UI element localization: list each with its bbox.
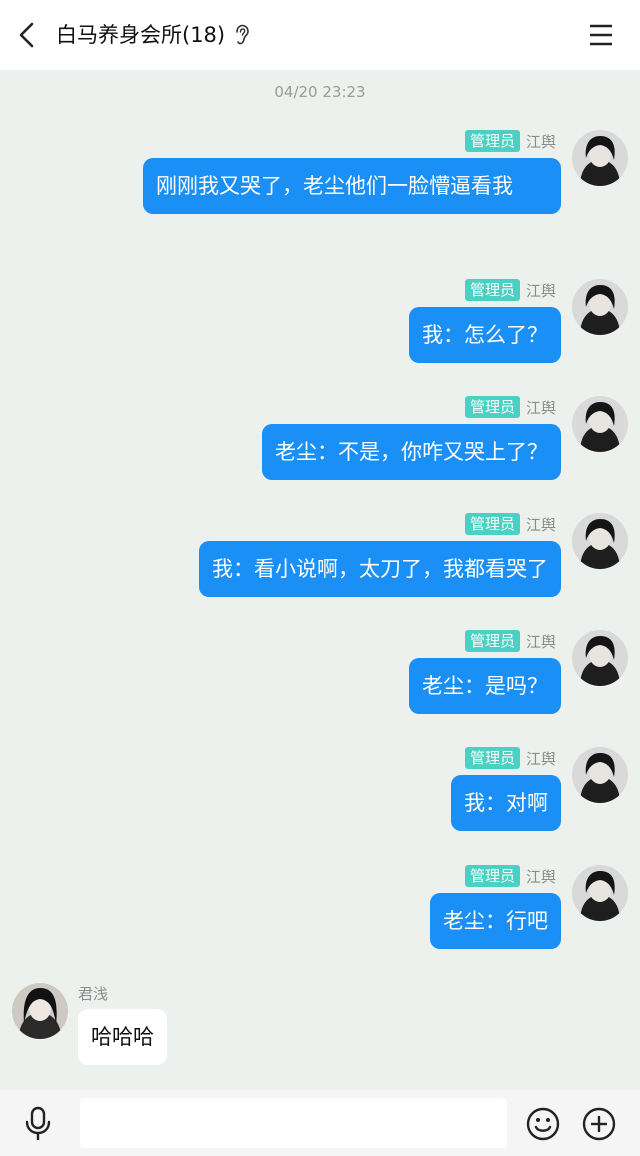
sender-name: 江舆 <box>525 749 556 768</box>
sender-meta: 管理员 江舆 <box>464 513 556 535</box>
message-timestamp: 04/20 23:23 <box>274 83 366 101</box>
plus-circle-icon <box>582 1107 616 1141</box>
sender-meta: 管理员 江舆 <box>464 279 556 301</box>
avatar[interactable] <box>572 865 628 921</box>
message-bubble[interactable]: 我：怎么了？ <box>409 307 561 363</box>
back-button[interactable] <box>14 20 42 50</box>
ear-icon[interactable] <box>233 24 251 46</box>
sender-meta: 管理员 江舆 <box>464 747 556 769</box>
message-bubble[interactable]: 刚刚我又哭了，老尘他们一脸懵逼看我 <box>143 158 561 214</box>
menu-button[interactable] <box>588 22 614 48</box>
sender-name: 江舆 <box>525 132 556 151</box>
admin-badge: 管理员 <box>464 396 520 418</box>
message-bubble[interactable]: 老尘：不是，你咋又哭上了？ <box>262 424 561 480</box>
sender-name: 江舆 <box>525 867 556 886</box>
hamburger-menu-icon <box>590 24 612 46</box>
sender-name: 江舆 <box>525 398 556 417</box>
avatar[interactable] <box>572 396 628 452</box>
admin-badge: 管理员 <box>464 747 520 769</box>
input-bar <box>0 1090 640 1156</box>
admin-badge: 管理员 <box>464 130 520 152</box>
voice-button[interactable] <box>22 1106 54 1142</box>
message-input[interactable] <box>80 1098 507 1148</box>
microphone-icon <box>25 1106 51 1140</box>
admin-badge: 管理员 <box>464 279 520 301</box>
avatar[interactable] <box>572 513 628 569</box>
sender-name: 江舆 <box>525 281 556 300</box>
chat-header: 白马养身会所(18) <box>0 0 640 70</box>
admin-badge: 管理员 <box>464 630 520 652</box>
sender-meta: 管理员 江舆 <box>464 130 556 152</box>
sender-meta: 管理员 江舆 <box>464 396 556 418</box>
message-bubble[interactable]: 老尘：行吧 <box>430 893 561 949</box>
emoji-icon <box>526 1107 560 1141</box>
message-bubble[interactable]: 我：对啊 <box>451 775 561 831</box>
sender-name: 君浅 <box>78 985 109 1003</box>
emoji-button[interactable] <box>526 1107 560 1141</box>
admin-badge: 管理员 <box>464 865 520 887</box>
sender-name: 江舆 <box>525 632 556 651</box>
chat-area[interactable]: 04/20 23:23 管理员 江舆 刚刚我又哭了，老尘他们一脸懵逼看我 管理员… <box>0 70 640 1090</box>
message-bubble[interactable]: 老尘：是吗？ <box>409 658 561 714</box>
avatar[interactable] <box>572 630 628 686</box>
avatar[interactable] <box>572 747 628 803</box>
message-bubble[interactable]: 哈哈哈 <box>78 1009 167 1065</box>
sender-name: 江舆 <box>525 515 556 534</box>
avatar[interactable] <box>572 279 628 335</box>
avatar[interactable] <box>12 983 68 1039</box>
avatar[interactable] <box>572 130 628 186</box>
admin-badge: 管理员 <box>464 513 520 535</box>
chevron-left-icon <box>19 22 34 48</box>
group-title: 白马养身会所(18) <box>56 23 226 47</box>
sender-meta: 管理员 江舆 <box>464 865 556 887</box>
message-bubble[interactable]: 我：看小说啊，太刀了，我都看哭了 <box>199 541 561 597</box>
more-button[interactable] <box>582 1107 616 1141</box>
sender-meta: 管理员 江舆 <box>464 630 556 652</box>
